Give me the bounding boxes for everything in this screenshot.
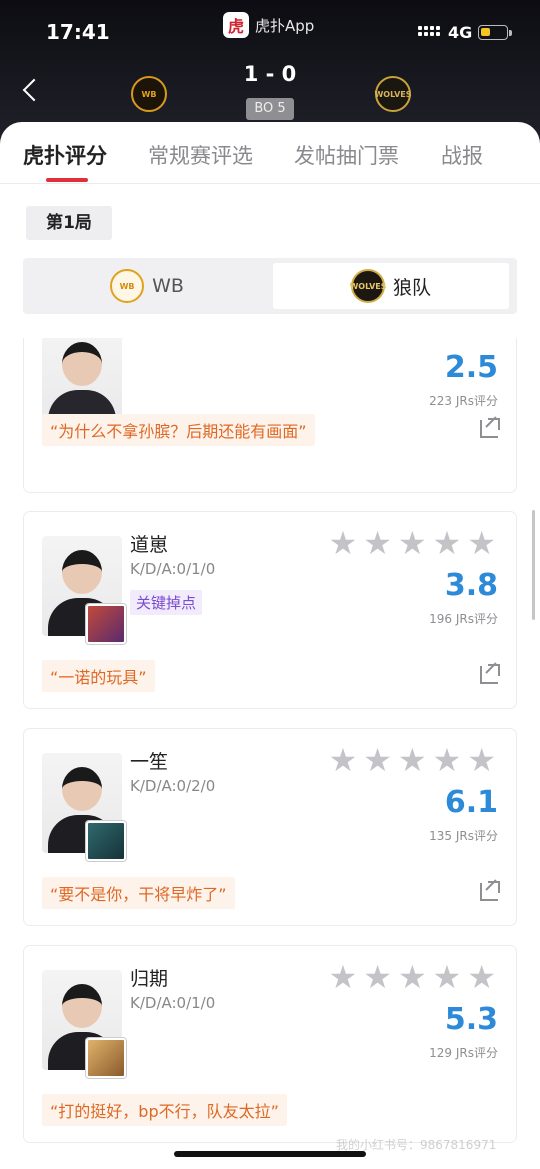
top-comment[interactable]: “一诺的玩具” (42, 660, 155, 692)
team-option-label: WB (152, 275, 184, 297)
star-icon[interactable]: ★ (363, 527, 392, 559)
player-name: 一笙 (130, 751, 169, 773)
tab-hupu-rating[interactable]: 虎扑评分 (23, 140, 107, 170)
team-option-wb[interactable]: WB WB (27, 263, 267, 309)
share-icon[interactable] (480, 664, 500, 684)
player-name: 道崽 (130, 534, 169, 556)
team-switch: WB WB WOLVES 狼队 (23, 258, 517, 314)
scrollbar[interactable] (532, 510, 535, 620)
match-score: 1 - 0 (243, 62, 297, 86)
round-selector[interactable]: 第1局 (26, 206, 112, 240)
status-time: 17:41 (46, 20, 110, 44)
rating-card[interactable]: 归期 K/D/A:0/1/0 ★ ★ ★ ★ ★ 5.3 129 JRs评分 “… (24, 946, 516, 1142)
tab-post-ticket-draw[interactable]: 发帖抽门票 (294, 140, 399, 170)
player-tag: 关键掉点 (130, 590, 203, 615)
star-icon[interactable]: ★ (363, 961, 392, 993)
match-format-badge: BO 5 (246, 98, 294, 120)
hero-icon (86, 604, 126, 644)
signal-icon (418, 26, 440, 36)
top-comment[interactable]: “为什么不拿孙膑？后期还能有画面” (42, 414, 315, 446)
tab-match-report[interactable]: 战报 (441, 140, 483, 170)
star-icon[interactable]: ★ (433, 527, 462, 559)
rating-score: 2.5 (444, 350, 498, 385)
star-icon[interactable]: ★ (433, 744, 462, 776)
rating-score: 5.3 (444, 1002, 498, 1037)
hupu-logo-icon: 虎 (223, 12, 249, 38)
rating-count: 129 JRs评分 (429, 1046, 498, 1060)
star-icon[interactable]: ★ (329, 961, 358, 993)
rating-card[interactable]: 一笙 K/D/A:0/2/0 ★ ★ ★ ★ ★ 6.1 135 JRs评分 “… (24, 729, 516, 925)
tab-bar: 虎扑评分 常规赛评选 发帖抽门票 战报 (0, 122, 540, 182)
star-rating[interactable]: ★ ★ ★ ★ ★ (329, 527, 496, 559)
hero-icon (86, 821, 126, 861)
rating-score: 3.8 (444, 568, 498, 603)
team-option-wolves[interactable]: WOLVES 狼队 (273, 263, 509, 309)
top-comment[interactable]: “要不是你，干将早炸了” (42, 877, 235, 909)
star-rating[interactable]: ★ ★ ★ ★ ★ (329, 744, 496, 776)
star-icon[interactable]: ★ (363, 744, 392, 776)
star-icon[interactable]: ★ (467, 744, 496, 776)
wolves-logo-icon: WOLVES (349, 269, 387, 303)
hero-icon (86, 1038, 126, 1078)
share-icon[interactable] (480, 418, 500, 438)
rating-count: 196 JRs评分 (429, 612, 498, 626)
player-kda: K/D/A:0/2/0 (130, 777, 216, 795)
app-name: 虎扑App (255, 16, 315, 35)
network-type: 4G (448, 23, 473, 42)
star-icon[interactable]: ★ (329, 744, 358, 776)
divider (0, 183, 540, 184)
away-team-logo[interactable]: WOLVES (374, 76, 412, 112)
player-name: 归期 (130, 968, 169, 990)
tab-regular-season-vote[interactable]: 常规赛评选 (148, 140, 253, 170)
player-kda: K/D/A:0/1/0 (130, 560, 216, 578)
rating-card[interactable]: 2.5 223 JRs评分 “为什么不拿孙膑？后期还能有画面” (24, 338, 516, 492)
active-tab-indicator (46, 178, 88, 182)
battery-icon (478, 25, 508, 40)
star-rating[interactable]: ★ ★ ★ ★ ★ (329, 961, 496, 993)
rating-list: 2.5 223 JRs评分 “为什么不拿孙膑？后期还能有画面” 道崽 K/D/A… (0, 338, 540, 1169)
share-icon[interactable] (480, 881, 500, 901)
home-indicator[interactable] (174, 1151, 366, 1157)
app-return-badge[interactable]: 虎 虎扑App (223, 12, 314, 38)
star-icon[interactable]: ★ (398, 961, 427, 993)
star-icon[interactable]: ★ (329, 527, 358, 559)
star-icon[interactable]: ★ (433, 961, 462, 993)
star-icon[interactable]: ★ (467, 961, 496, 993)
rating-count: 223 JRs评分 (429, 394, 498, 408)
star-icon[interactable]: ★ (467, 527, 496, 559)
wb-logo-icon: WB (110, 269, 145, 303)
player-kda: K/D/A:0/1/0 (130, 994, 216, 1012)
team-option-label: 狼队 (392, 276, 431, 299)
top-comment[interactable]: “打的挺好，bp不行，队友太拉” (42, 1094, 287, 1126)
rating-count: 135 JRs评分 (429, 829, 498, 843)
rating-card[interactable]: 道崽 K/D/A:0/1/0 关键掉点 ★ ★ ★ ★ ★ 3.8 196 JR… (24, 512, 516, 708)
star-icon[interactable]: ★ (398, 527, 427, 559)
rating-score: 6.1 (444, 785, 498, 820)
star-icon[interactable]: ★ (398, 744, 427, 776)
